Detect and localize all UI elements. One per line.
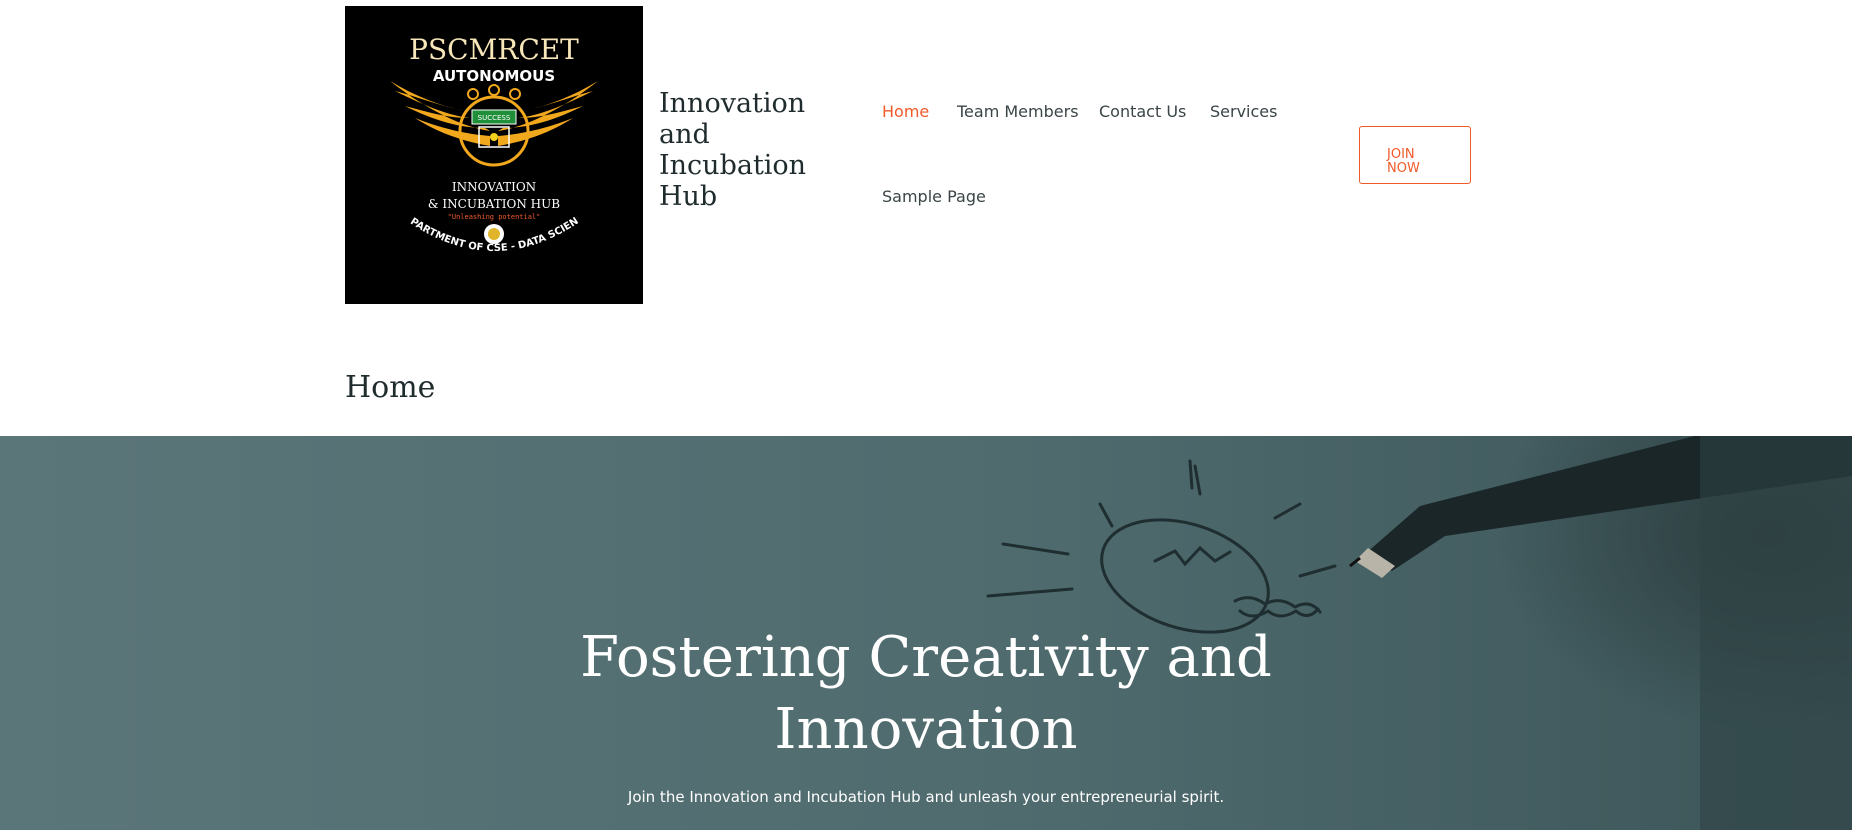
site-title[interactable]: Innovation and Incubation Hub <box>659 88 839 212</box>
logo-subtitle: AUTONOMOUS <box>433 67 555 85</box>
logo-tagline: "Unleashing potential" <box>448 213 541 221</box>
bulb-icon <box>490 133 498 141</box>
logo-title: PSCMRCET <box>409 33 579 66</box>
site-logo[interactable]: PSCMRCET AUTONOMOUS SUCCESS INNOVATION &… <box>345 6 643 304</box>
hero-subtext: Join the Innovation and Incubation Hub a… <box>627 788 1225 806</box>
nav-item-contact-us[interactable]: Contact Us <box>1099 102 1186 121</box>
nav-item-team-members[interactable]: Team Members <box>957 102 1079 121</box>
success-badge-text: SUCCESS <box>478 114 511 122</box>
nav-item-sample-page[interactable]: Sample Page <box>882 187 986 206</box>
logo-line4: & INCUBATION HUB <box>428 197 560 211</box>
logo-line3: INNOVATION <box>452 180 536 194</box>
nav-item-home[interactable]: Home <box>882 102 929 121</box>
join-now-button[interactable]: JOIN NOW <box>1359 126 1471 184</box>
hero-section: Fostering Creativity and Innovation Join… <box>0 436 1852 830</box>
nav-item-services[interactable]: Services <box>1210 102 1277 121</box>
logo-graphic: PSCMRCET AUTONOMOUS SUCCESS INNOVATION &… <box>345 6 643 304</box>
page-title: Home <box>345 370 436 405</box>
site-header: PSCMRCET AUTONOMOUS SUCCESS INNOVATION &… <box>0 0 1852 436</box>
hero-heading: Fostering Creativity and Innovation <box>580 625 1272 762</box>
